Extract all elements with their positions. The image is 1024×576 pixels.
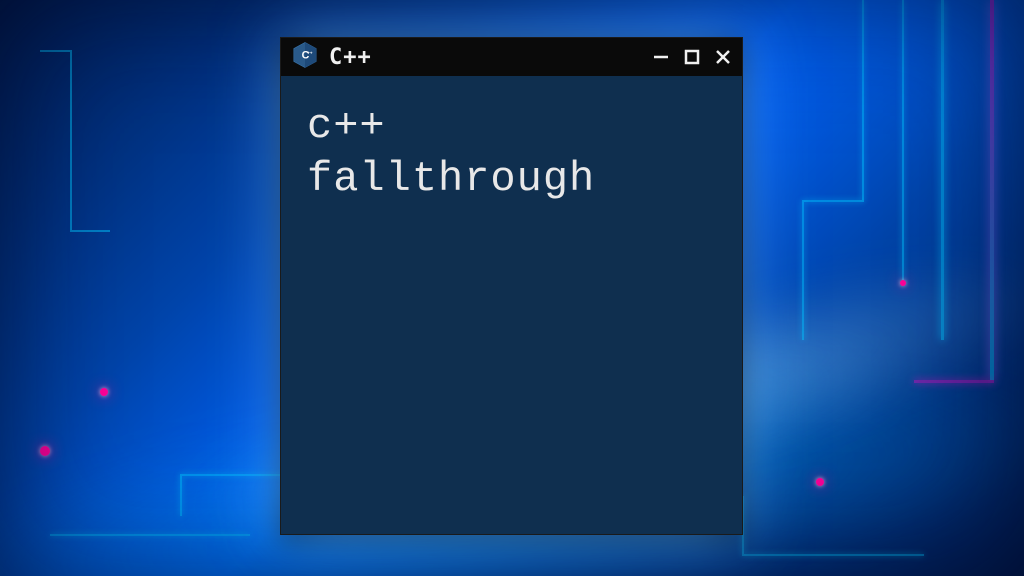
maximize-button[interactable]: [684, 49, 700, 65]
content-text: c++ fallthrough: [307, 100, 716, 205]
code-line-1: c++: [307, 100, 716, 153]
terminal-window: C ++ C++ c++ fallthrough: [280, 37, 743, 535]
titlebar[interactable]: C ++ C++: [281, 38, 742, 76]
close-button[interactable]: [714, 48, 732, 66]
svg-text:++: ++: [307, 50, 313, 55]
window-controls: [652, 48, 732, 66]
window-title: C++: [329, 45, 642, 70]
code-line-2: fallthrough: [307, 153, 716, 206]
window-body: c++ fallthrough: [281, 76, 742, 229]
minimize-button[interactable]: [652, 48, 670, 66]
cpp-logo-icon: C ++: [291, 41, 319, 74]
